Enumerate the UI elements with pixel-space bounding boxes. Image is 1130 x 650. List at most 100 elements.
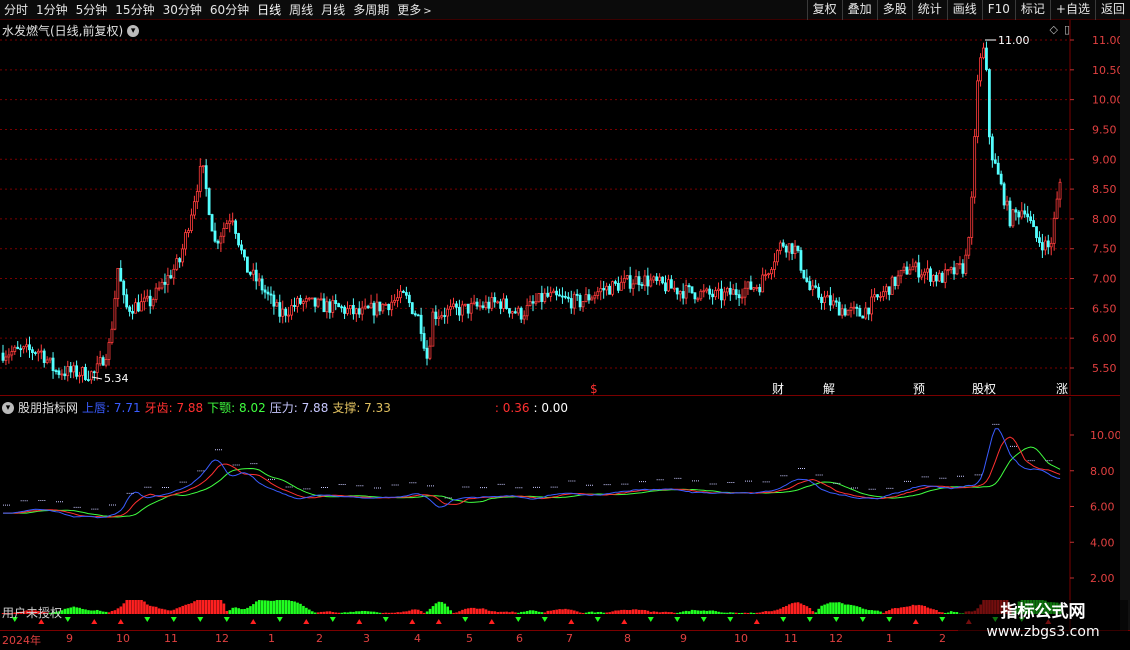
histogram-bar: [611, 611, 614, 614]
candle-body: [204, 165, 208, 189]
chevron-down-icon[interactable]: ▾: [127, 24, 140, 37]
indicator-panel[interactable]: 10.00 8.00 6.00 4.00 2.00 用户未授权 ▾ 股朋指标网 上唇: 7…: [0, 397, 1130, 630]
histogram-bar: [861, 608, 865, 614]
period-tab[interactable]: 日线: [253, 0, 285, 20]
event-marker[interactable]: 预: [913, 382, 925, 396]
histogram-bar: [902, 607, 906, 614]
candle-body: [172, 268, 176, 279]
histogram-bar: [670, 612, 673, 614]
histogram-bar: [478, 608, 482, 614]
histogram-bar: [98, 610, 102, 614]
tool-button[interactable]: 多股: [876, 0, 912, 20]
tool-button[interactable]: +自选: [1049, 0, 1095, 20]
candle-body: [337, 303, 341, 308]
chart-title-row: 水发燃气(日线,前复权) ▾: [2, 22, 140, 39]
period-tab[interactable]: 分时: [0, 0, 32, 20]
candle-body: [266, 291, 270, 295]
teeth-line: [3, 436, 1061, 518]
candle-body: [558, 294, 561, 297]
histogram-bar: [567, 609, 570, 614]
histogram-bar: [225, 610, 229, 614]
histogram-bar: [926, 607, 929, 614]
candle-body: [75, 365, 79, 377]
histogram-bar: [290, 600, 293, 614]
candle-body: [399, 290, 402, 299]
period-tab[interactable]: 5分钟: [72, 0, 112, 20]
period-tab[interactable]: 15分钟: [111, 0, 158, 20]
chevron-down-icon[interactable]: ▾: [2, 401, 14, 414]
candle-body: [608, 285, 611, 295]
tool-button[interactable]: F10: [981, 0, 1015, 20]
histogram-bar: [528, 610, 532, 614]
y-tick-label: 5.50: [1092, 362, 1117, 375]
candle-body: [169, 275, 173, 279]
event-marker[interactable]: $: [590, 382, 598, 396]
month-label: 1: [268, 632, 275, 645]
histogram-bar: [932, 609, 935, 614]
histogram-bar: [787, 604, 791, 614]
candle-body: [1002, 183, 1006, 206]
histogram-bar: [260, 600, 264, 614]
candle-body: [231, 220, 235, 223]
histogram-bar: [234, 607, 238, 614]
candle-body: [139, 301, 143, 312]
candle-body: [652, 276, 656, 281]
side-scrollbar[interactable]: [1120, 20, 1130, 630]
period-tab[interactable]: 30分钟: [159, 0, 206, 20]
candle-body: [508, 308, 511, 314]
event-marker[interactable]: 财: [772, 382, 784, 396]
histogram-bar: [169, 610, 173, 614]
candle-body: [446, 308, 450, 317]
candle-body: [711, 293, 715, 298]
histogram-bar: [749, 612, 753, 614]
main-chart-panel[interactable]: 11.00 10.50 10.00 9.50 9.00 8.50 8.00 7.50 7.00 6…: [0, 20, 1130, 396]
candle-body: [16, 346, 20, 350]
tool-button[interactable]: 复权: [806, 0, 842, 20]
event-marker[interactable]: 涨: [1056, 381, 1068, 396]
tool-button[interactable]: 画线: [946, 0, 982, 20]
period-tab[interactable]: 周线: [285, 0, 317, 20]
candle-body: [817, 286, 821, 298]
candle-body: [178, 258, 182, 263]
candle-body: [996, 162, 1000, 175]
tool-button[interactable]: 统计: [911, 0, 947, 20]
candle-body: [593, 295, 597, 299]
period-tab[interactable]: 1分钟: [32, 0, 72, 20]
period-tab[interactable]: 更多 >: [393, 0, 435, 20]
histogram-bar: [331, 612, 335, 614]
tool-button[interactable]: 标记: [1014, 0, 1050, 20]
candle-body: [237, 233, 240, 246]
histogram-bar: [281, 600, 285, 614]
candle-body: [243, 249, 246, 258]
period-tab[interactable]: 月线: [317, 0, 349, 20]
histogram-bar: [128, 600, 132, 614]
alligator-indicator-chart[interactable]: 10.00 8.00 6.00 4.00 2.00 用户未授权: [0, 397, 1130, 630]
candle-body: [581, 301, 585, 308]
candle-body: [661, 276, 664, 284]
candle-body: [213, 230, 217, 242]
histogram-bar: [776, 609, 779, 614]
event-marker[interactable]: 解: [823, 382, 835, 396]
candle-body: [820, 296, 823, 303]
histogram-bar: [275, 600, 279, 614]
period-tab[interactable]: 60分钟: [206, 0, 253, 20]
histogram-bar: [631, 609, 635, 614]
histogram-bar: [228, 610, 232, 614]
indicator-name[interactable]: 股朋指标网: [18, 399, 78, 416]
tool-button[interactable]: 返回: [1094, 0, 1130, 20]
candle-body: [89, 371, 93, 381]
event-marker[interactable]: 股权: [972, 382, 996, 396]
candle-body: [496, 301, 500, 304]
tool-button[interactable]: 叠加: [841, 0, 877, 20]
histogram-bar: [687, 611, 691, 614]
candle-body: [669, 279, 673, 289]
panel-toggle-icon[interactable]: ▯: [1064, 23, 1070, 36]
histogram-bar: [240, 609, 243, 614]
histogram-bar: [846, 604, 850, 614]
candlestick-chart[interactable]: 11.00 10.50 10.00 9.50 9.00 8.50 8.00 7.50 7.00 6…: [0, 20, 1130, 396]
candle-body: [463, 303, 467, 306]
diamond-icon[interactable]: ◇: [1049, 23, 1057, 36]
candle-body: [234, 220, 238, 234]
period-tabs: 分时 1分钟 5分钟 15分钟 30分钟 60分钟 日线 周线 月线 多周期 更多 >: [0, 0, 436, 20]
period-tab[interactable]: 多周期: [349, 0, 393, 20]
